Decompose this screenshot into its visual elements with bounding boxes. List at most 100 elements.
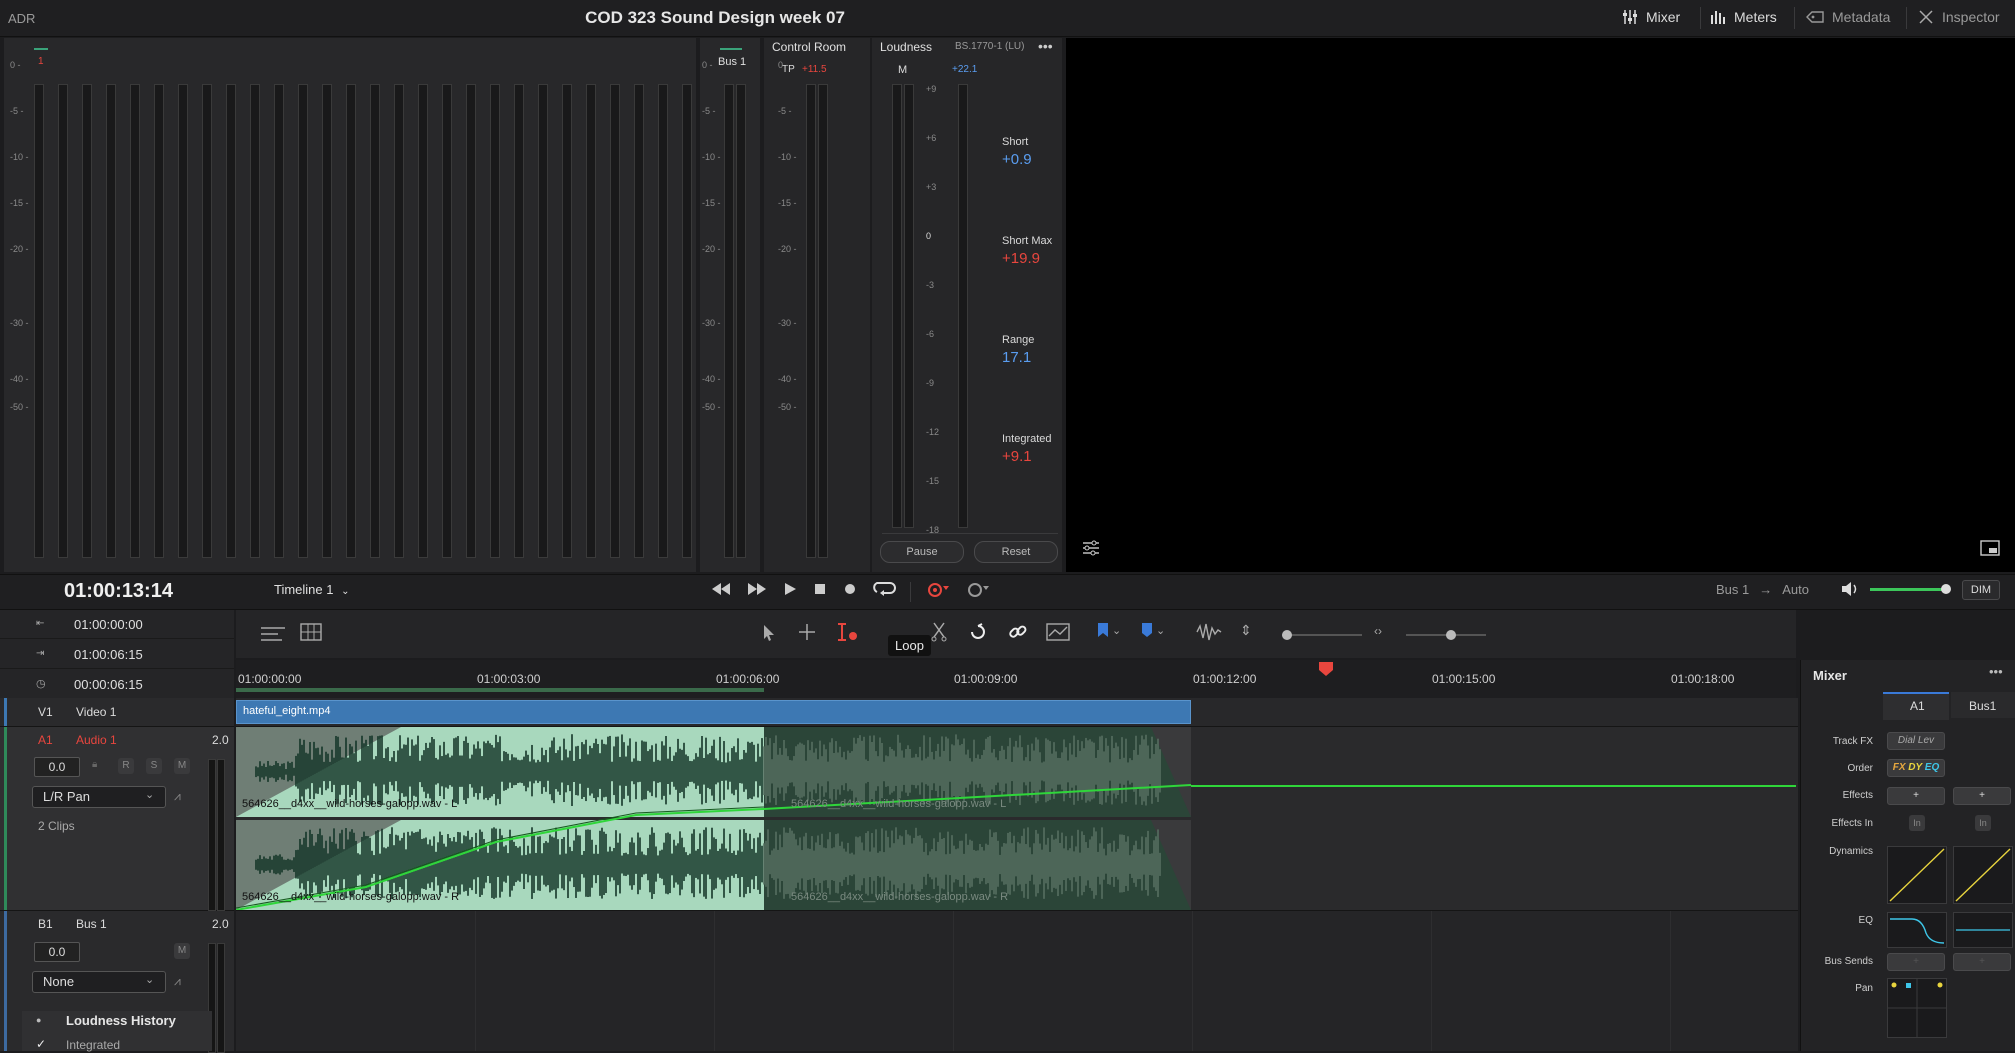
mixer-column-bus1-label: Bus1	[1969, 699, 1997, 713]
eq-graph-bus1[interactable]	[1953, 912, 2013, 948]
inspector-button[interactable]: Inspector	[1918, 9, 2000, 25]
eq-graph-a1[interactable]	[1887, 912, 1947, 948]
mute-button-a1[interactable]: M	[174, 758, 190, 774]
link-icon[interactable]	[1008, 622, 1028, 647]
channel-meter-bar	[322, 84, 332, 558]
effects-add-bus1[interactable]: +	[1953, 787, 2011, 805]
loudness-history-integrated[interactable]: Integrated	[66, 1038, 120, 1052]
speaker-icon[interactable]	[1840, 580, 1860, 603]
meters-button[interactable]: Meters	[1710, 9, 1777, 25]
meter-tick-label: -5 -	[778, 106, 792, 116]
video-viewer[interactable]	[1066, 38, 2015, 572]
channel-meter-bar	[634, 84, 644, 558]
vertical-zoom-icon[interactable]: ⇕	[1240, 622, 1252, 639]
track-name-v1[interactable]: Video 1	[76, 705, 116, 719]
solo-button-a1[interactable]: S	[146, 758, 162, 774]
checkbox-icon[interactable]: ✓	[36, 1037, 46, 1051]
slider-knob[interactable]	[1282, 630, 1292, 640]
chevron-down-icon[interactable]: ⌄	[1112, 624, 1121, 637]
loop-icon[interactable]	[872, 580, 896, 603]
pan-graph-a1[interactable]	[1887, 978, 1947, 1038]
range-selection-bar[interactable]	[236, 688, 764, 692]
record-icon[interactable]	[842, 581, 858, 602]
flag-icon[interactable]	[1096, 622, 1110, 645]
track-header-v1[interactable]: V1 Video 1	[0, 698, 234, 727]
slider-knob[interactable]	[1446, 630, 1456, 640]
track-level-a1[interactable]: 0.0	[34, 757, 80, 777]
video-clip[interactable]: hateful_eight.mp4	[236, 700, 1191, 724]
mixer-column-bus1[interactable]: Bus1	[1951, 692, 2015, 718]
viewer-settings-icon[interactable]	[1082, 540, 1100, 561]
waveform-zoom-icon[interactable]	[1196, 622, 1222, 647]
mute-button-b1[interactable]: M	[174, 943, 190, 959]
track-fx-slot[interactable]: Dial Lev	[1887, 732, 1945, 750]
snapping-icon[interactable]	[968, 622, 988, 647]
dynamics-graph-bus1[interactable]	[1953, 846, 2013, 904]
inspector-label: Inspector	[1942, 9, 2000, 25]
metadata-button[interactable]: Metadata	[1806, 9, 1890, 25]
timeline-selector[interactable]: Timeline 1 ⌄	[274, 582, 350, 597]
order-slot[interactable]: FX DY EQ	[1887, 759, 1945, 777]
in-timecode[interactable]: 01:00:00:00	[74, 617, 143, 632]
output-routing[interactable]: Bus 1 → Auto	[1716, 582, 1809, 597]
more-options-icon[interactable]: •••	[1038, 38, 1053, 54]
tag-icon	[1806, 10, 1824, 24]
track-header-b1[interactable]: B1 Bus 1 2.0 0.0 M None ⌄ ⩘ ● Loudness H…	[0, 911, 234, 1053]
vertical-zoom-slider[interactable]	[1282, 630, 1362, 640]
effects-add-a1[interactable]: +	[1887, 787, 1945, 805]
track-header-a1[interactable]: A1 Audio 1 2.0 0.0 🔒︎ R S M L/R Pan ⌄ ⩘ …	[0, 727, 234, 911]
viewer-fullscreen-icon[interactable]	[1980, 540, 2000, 561]
record-arm-icon[interactable]	[925, 580, 951, 603]
bus-send-bus1[interactable]: +	[1953, 953, 2011, 971]
play-icon[interactable]	[782, 581, 798, 602]
effects-in-bus1[interactable]: In	[1975, 815, 1991, 831]
rewind-icon[interactable]	[710, 581, 732, 602]
pan-dropdown-b1[interactable]: None ⌄	[32, 971, 166, 993]
curve-editor-icon[interactable]	[1046, 622, 1070, 647]
track-level-b1[interactable]: 0.0	[34, 942, 80, 962]
mixer-button[interactable]: Mixer	[1622, 9, 1680, 25]
razor-icon[interactable]	[930, 622, 948, 647]
duration-timecode[interactable]: 00:00:06:15	[74, 677, 143, 692]
track-name-b1[interactable]: Bus 1	[76, 917, 107, 931]
stop-icon[interactable]	[812, 581, 828, 602]
pause-button[interactable]: Pause	[880, 541, 964, 563]
pointer-tool-icon[interactable]	[762, 624, 776, 647]
track-name-a1[interactable]: Audio 1	[76, 733, 117, 747]
loudness-tick-label: -6	[926, 329, 935, 339]
volume-slider[interactable]	[1870, 584, 1951, 594]
timeline-view-options-icon[interactable]	[260, 624, 286, 647]
audio-clip-group[interactable]: 564626__d4xx__wild-horses-galopp.wav - L…	[236, 727, 1796, 910]
mixer-column-a1[interactable]: A1	[1883, 692, 1949, 720]
dynamics-label: Dynamics	[1829, 846, 1873, 857]
chevron-down-icon[interactable]: ⌄	[1156, 624, 1165, 637]
effects-in-a1[interactable]: In	[1909, 815, 1925, 831]
marker-icon[interactable]	[1140, 622, 1154, 645]
timeline-ruler[interactable]: 01:00:00:00 01:00:03:00 01:00:06:00 01:0…	[236, 660, 1796, 698]
bus-send-a1[interactable]: +	[1887, 953, 1945, 971]
horizontal-zoom-slider[interactable]	[1406, 630, 1486, 640]
automation-curve-icon[interactable]: ⩘	[174, 789, 181, 804]
bus-meter-label: Bus 1	[718, 56, 747, 68]
fast-forward-icon[interactable]	[746, 581, 768, 602]
lock-icon[interactable]: 🔒︎	[92, 759, 97, 770]
out-timecode[interactable]: 01:00:06:15	[74, 647, 143, 662]
trim-tool-icon[interactable]	[836, 622, 860, 647]
more-options-icon[interactable]: •••	[1989, 664, 2003, 679]
pan-dropdown-a1[interactable]: L/R Pan ⌄	[32, 786, 166, 808]
record-button-a1[interactable]: R	[118, 758, 134, 774]
range-tool-icon[interactable]	[798, 623, 816, 646]
edit-toolbar: ⌄ ⌄ ⇕ ‹›	[236, 610, 1796, 658]
grid-icon[interactable]	[300, 623, 322, 646]
dynamics-graph-a1[interactable]	[1887, 846, 1947, 904]
dim-button[interactable]: DIM	[1962, 580, 2000, 600]
reset-button[interactable]: Reset	[974, 541, 1058, 563]
volume-automation-line[interactable]	[1191, 785, 1796, 787]
horizontal-zoom-icon[interactable]: ‹›	[1374, 624, 1382, 638]
ruler-label: 01:00:15:00	[1432, 672, 1496, 686]
current-timecode[interactable]: 01:00:13:14	[64, 580, 173, 603]
automation-curve-icon[interactable]: ⩘	[174, 974, 181, 989]
loudness-standard[interactable]: BS.1770-1 (LU)	[955, 41, 1024, 52]
automation-icon[interactable]	[965, 580, 991, 603]
playhead-icon[interactable]	[1318, 661, 1334, 682]
